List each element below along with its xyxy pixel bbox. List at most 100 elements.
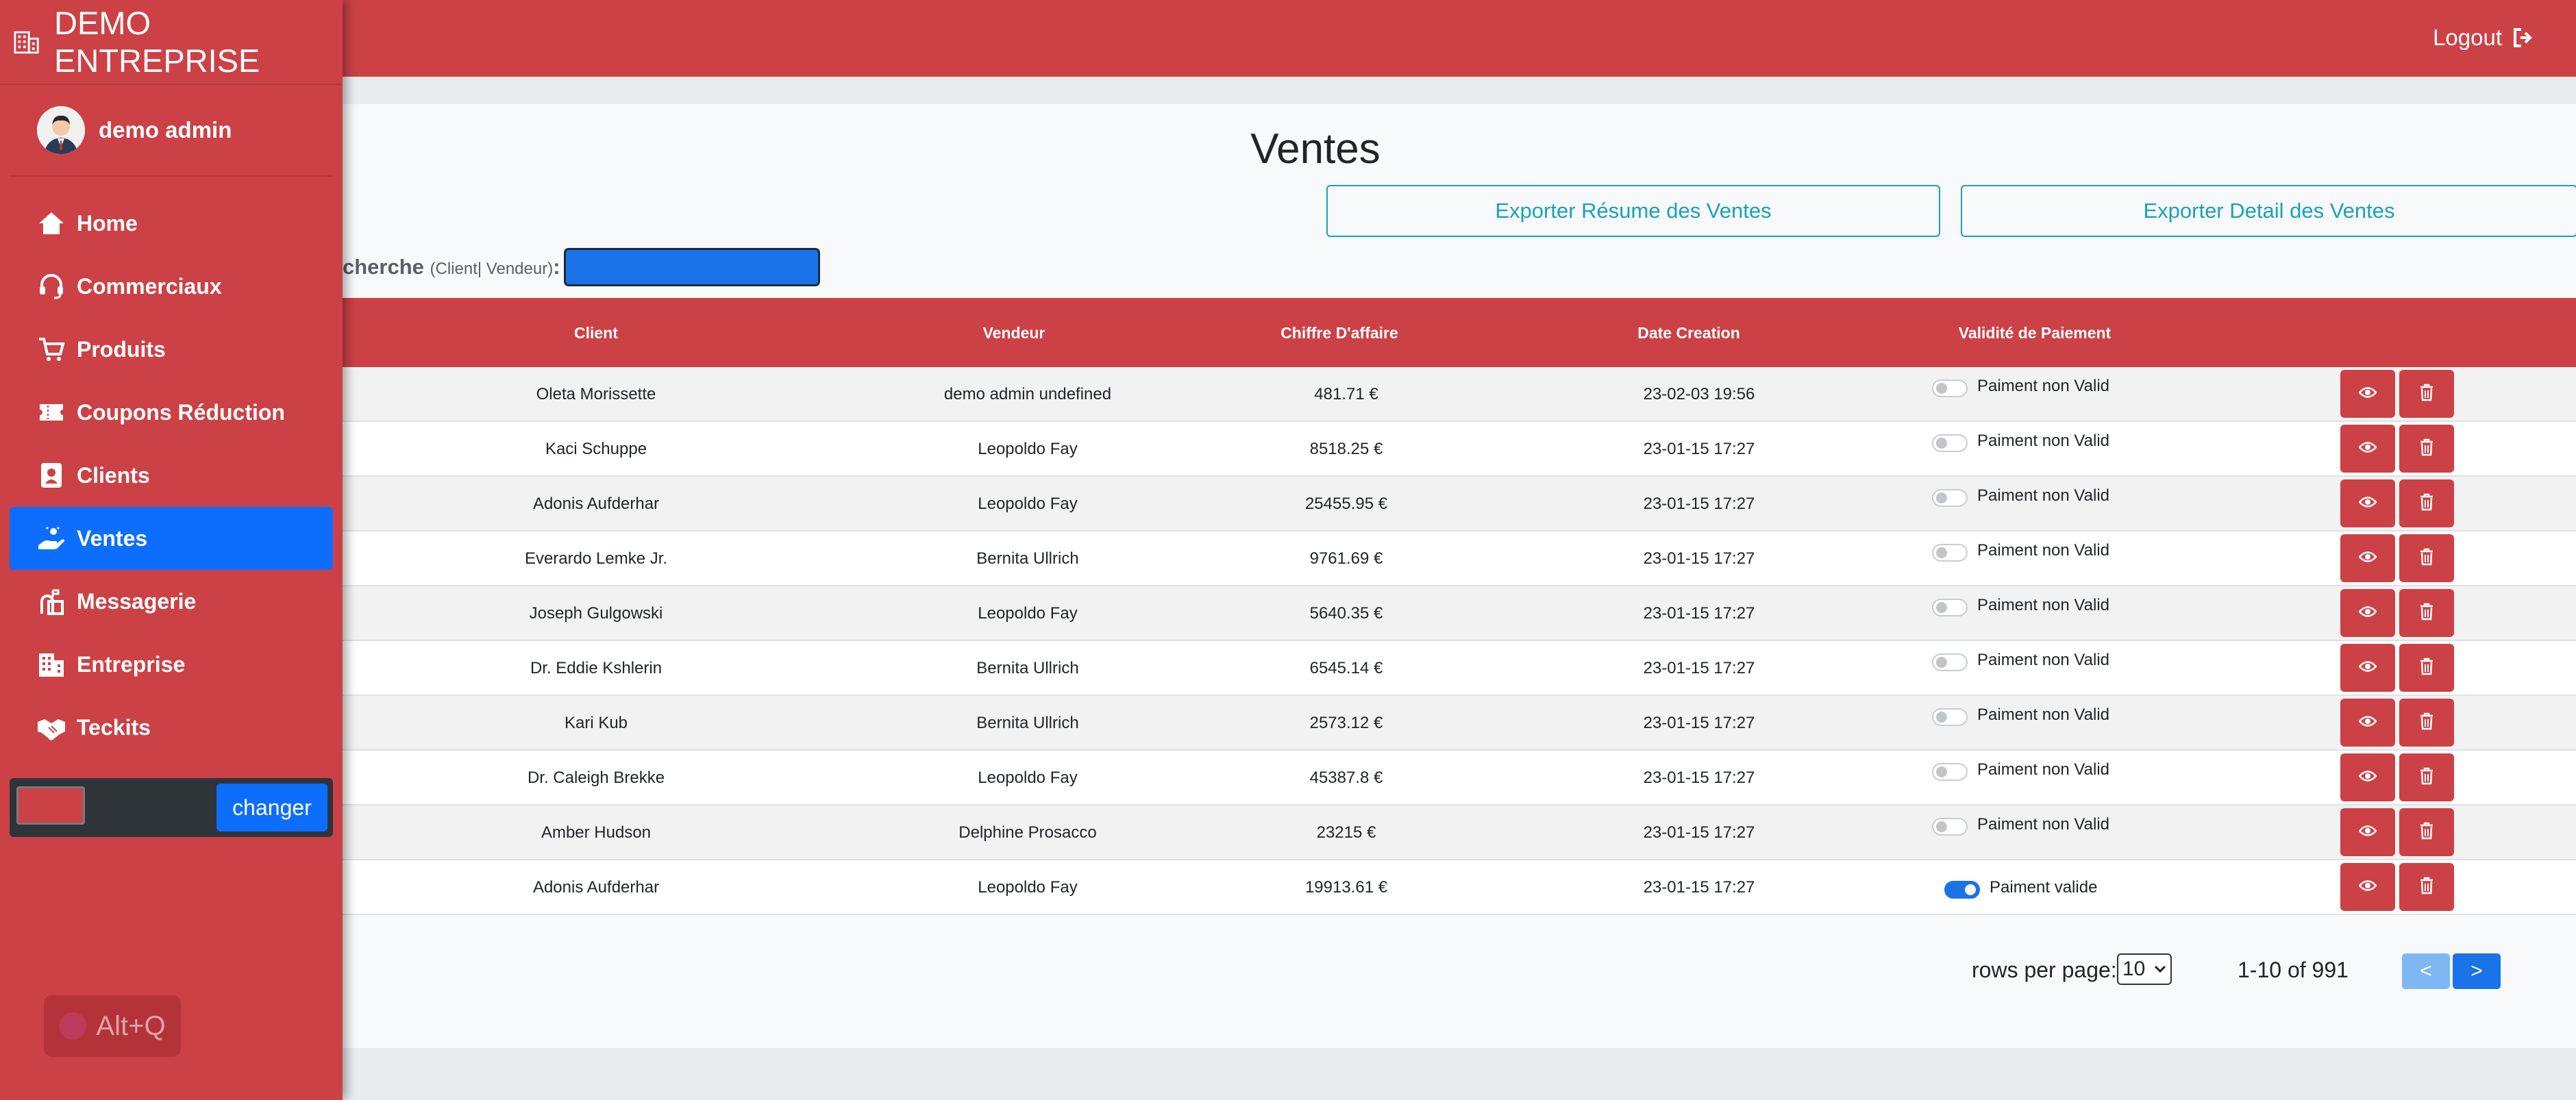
cell-client: Kari Kub [564,714,628,732]
delete-button[interactable] [2399,425,2454,473]
prev-page-button[interactable]: < [2402,953,2450,989]
eye-icon [2358,441,2377,457]
avatar [37,106,85,154]
table-row: Kari Kub Bernita Ullrich 2573.12 € 23-01-15… [343,696,2576,751]
payment-toggle[interactable] [1932,763,1968,781]
payment-toggle[interactable] [1932,818,1968,836]
payment-status: Paiment valide [1990,878,2098,897]
cell-validite: Paiment non Valid [1932,477,2220,532]
view-button[interactable] [2340,863,2395,911]
chevron-down-icon [2154,965,2166,973]
delete-button[interactable] [2399,753,2454,801]
view-button[interactable] [2340,534,2395,582]
delete-button[interactable] [2399,589,2454,637]
user-panel[interactable]: demo admin [10,85,333,177]
delete-button[interactable] [2399,863,2454,911]
header-client: Client [574,324,618,342]
view-button[interactable] [2340,425,2395,473]
sidebar-item-label: Commerciaux [77,273,222,299]
contact-card-icon [36,460,67,491]
payment-status: Paiment non Valid [1977,486,2110,505]
payment-toggle[interactable] [1944,881,1980,899]
view-button[interactable] [2340,589,2395,637]
eye-icon [2358,551,2377,566]
payment-status: Paiment non Valid [1977,705,2110,724]
headset-icon [36,271,67,302]
table-row: Adonis Aufderhar Leopoldo Fay 25455.95 € 23… [343,477,2576,532]
cell-date: 23-01-15 17:27 [1643,714,1755,732]
payment-toggle[interactable] [1932,434,1968,452]
cell-chiffre: 5640.35 € [1309,604,1383,623]
sidebar-item-commerciaux[interactable]: Commerciaux [10,255,333,318]
cell-client: Adonis Aufderhar [532,878,660,897]
rows-per-page-select[interactable]: 10 [2117,953,2172,985]
next-page-button[interactable]: > [2453,953,2501,989]
cell-chiffre: 9761.69 € [1309,549,1383,568]
payment-toggle[interactable] [1932,708,1968,726]
sidebar-item-teckits[interactable]: Teckits [10,696,333,759]
sidebar-item-entreprise[interactable]: Entreprise [10,633,333,696]
cell-chiffre: 481.71 € [1314,385,1378,403]
sidebar-item-ventes[interactable]: Ventes [10,507,333,570]
cell-date: 23-01-15 17:27 [1643,768,1755,787]
search-colon: : [553,255,560,279]
delete-button[interactable] [2399,534,2454,582]
logout-icon [2514,28,2532,47]
cell-client: Dr. Caleigh Brekke [527,768,665,787]
cell-client: Dr. Eddie Kshlerin [530,659,662,677]
view-button[interactable] [2340,644,2395,692]
view-button[interactable] [2340,699,2395,747]
changer-button[interactable]: changer [216,784,327,832]
payment-toggle[interactable] [1932,379,1968,397]
delete-button[interactable] [2399,699,2454,747]
payment-toggle[interactable] [1932,489,1968,507]
cell-validite: Paiment non Valid [1932,805,2220,860]
cell-vendeur: Leopoldo Fay [978,878,1078,897]
delete-button[interactable] [2399,479,2454,527]
cell-client: Oleta Morissette [536,385,656,403]
sidebar-item-clients[interactable]: Clients [10,444,333,507]
table-row: Joseph Gulgowski Leopoldo Fay 5640.35 € 23-… [343,586,2576,641]
cell-validite: Paiment non Valid [1932,751,2220,805]
cell-validite: Paiment non Valid [1932,422,2220,477]
delete-button[interactable] [2399,808,2454,856]
delete-button[interactable] [2399,644,2454,692]
cell-date: 23-02-03 19:56 [1643,385,1755,403]
trash-icon [2419,548,2434,569]
payment-toggle[interactable] [1932,653,1968,671]
export-detail-button[interactable]: Exporter Detail des Ventes [1961,185,2576,237]
trash-icon [2419,438,2434,460]
top-bar: Logout [0,0,2576,77]
table-row: Kaci Schuppe Leopoldo Fay 8518.25 € 23-01-1… [343,422,2576,477]
cell-client: Kaci Schuppe [545,440,647,458]
sidebar-item-label: Ventes [77,525,148,551]
payment-toggle[interactable] [1932,544,1968,562]
export-summary-button[interactable]: Exporter Résume des Ventes [1326,185,1940,237]
sidebar-item-coupons-r-duction[interactable]: Coupons Réduction [10,381,333,444]
trash-icon [2419,877,2434,898]
cell-validite: Paiment valide [1932,860,2220,915]
table-row: Adonis Aufderhar Leopoldo Fay 19913.61 € 23… [343,860,2576,915]
cell-date: 23-01-15 17:27 [1643,878,1755,897]
logout-button[interactable]: Logout [2433,25,2535,51]
header-chiffre: Chiffre D'affaire [1280,324,1398,342]
sidebar-item-home[interactable]: Home [10,192,333,255]
view-button[interactable] [2340,753,2395,801]
search-input[interactable] [564,248,820,286]
brand[interactable]: DEMO ENTREPRISE [0,0,343,85]
cell-date: 23-01-15 17:27 [1643,440,1755,458]
shortcut-overlay[interactable]: Alt+Q [44,995,181,1057]
sidebar-item-label: Teckits [77,714,151,740]
delete-button[interactable] [2399,370,2454,418]
view-button[interactable] [2340,479,2395,527]
sidebar-item-produits[interactable]: Produits [10,318,333,381]
logout-label: Logout [2433,25,2502,50]
sidebar-item-messagerie[interactable]: Messagerie [10,570,333,633]
cell-chiffre: 23215 € [1316,823,1376,842]
shortcut-icon [59,1012,87,1040]
view-button[interactable] [2340,808,2395,856]
view-button[interactable] [2340,370,2395,418]
color-swatch[interactable] [16,786,85,825]
payment-status: Paiment non Valid [1977,541,2110,560]
payment-toggle[interactable] [1932,599,1968,616]
